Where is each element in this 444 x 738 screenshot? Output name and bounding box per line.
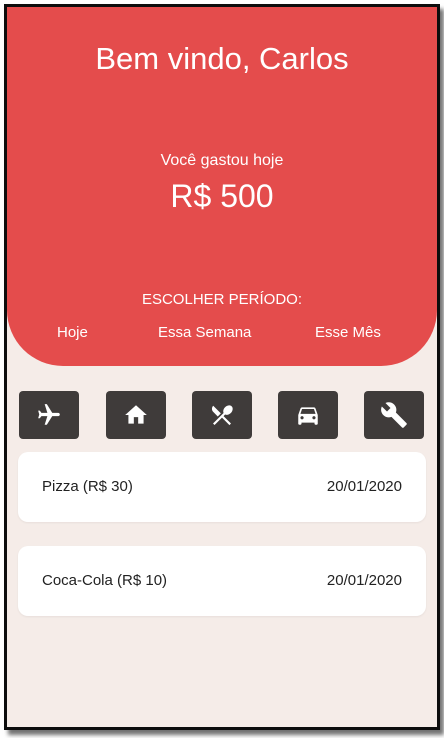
spent-today-value: R$ 500	[170, 178, 274, 214]
expense-date: 20/01/2020	[326, 478, 402, 495]
header-panel: Bem vindo, Carlos Você gastou hoje R$ 50…	[7, 7, 437, 366]
restaurant-icon	[211, 405, 233, 426]
expense-name: Pizza (R$ 30)	[42, 478, 133, 495]
expense-name: Coca-Cola (R$ 10)	[42, 572, 168, 589]
category-home-button[interactable]	[106, 391, 166, 439]
expense-date: 20/01/2020	[326, 572, 402, 589]
category-travel-button[interactable]	[19, 391, 79, 439]
period-option-month[interactable]: Esse Mês	[315, 323, 381, 343]
wrench-icon	[381, 402, 407, 428]
period-option-week[interactable]: Essa Semana	[158, 323, 251, 343]
expense-card[interactable]: Coca-Cola (R$ 10) 20/01/2020	[18, 546, 426, 616]
spent-today-label: Você gastou hoje	[160, 152, 284, 169]
category-services-button[interactable]	[364, 391, 424, 439]
period-title: ESCOLHER PERÍODO:	[141, 291, 303, 308]
app-screen: Bem vindo, Carlos Você gastou hoje R$ 50…	[4, 4, 440, 730]
period-option-today[interactable]: Hoje	[57, 323, 88, 343]
category-food-button[interactable]	[192, 391, 252, 439]
welcome-title: Bem vindo, Carlos	[95, 41, 349, 76]
category-car-button[interactable]	[278, 391, 338, 439]
car-icon	[298, 407, 318, 425]
airplane-icon	[38, 404, 60, 425]
home-icon	[125, 405, 147, 424]
expense-card[interactable]: Pizza (R$ 30) 20/01/2020	[18, 452, 426, 522]
